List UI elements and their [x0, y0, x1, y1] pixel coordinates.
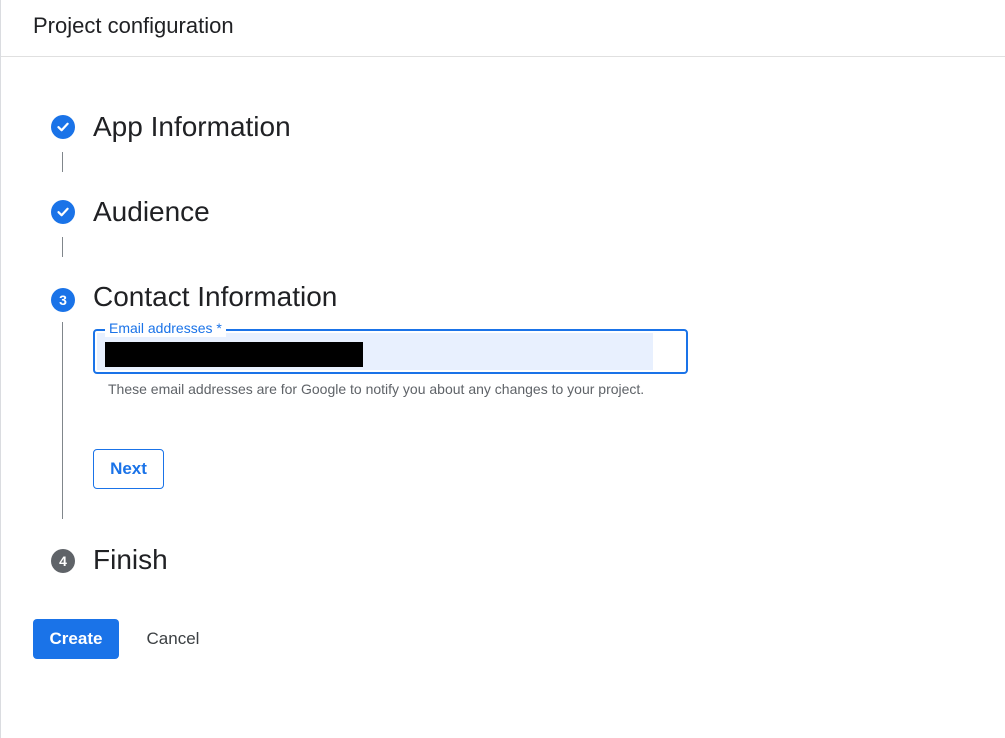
page-title: Project configuration: [33, 13, 234, 38]
email-addresses-label: Email addresses *: [105, 319, 226, 337]
step-connector: [62, 237, 63, 257]
email-addresses-field[interactable]: Email addresses *: [93, 319, 688, 374]
panel-header: Project configuration: [1, 0, 1005, 57]
step-2-title[interactable]: Audience: [93, 195, 210, 229]
step-connector: [62, 152, 63, 172]
step-connector: [62, 322, 63, 519]
cancel-button[interactable]: Cancel: [131, 619, 215, 659]
step-1-title[interactable]: App Information: [93, 110, 291, 144]
step-4-title: Finish: [93, 544, 168, 575]
email-addresses-input[interactable]: [105, 342, 363, 367]
next-button[interactable]: Next: [93, 449, 164, 489]
step-4-number-badge: 4: [51, 549, 75, 573]
step-3-title[interactable]: Contact Information: [93, 280, 337, 314]
step-3-number-badge: 3: [51, 288, 75, 312]
project-configuration-panel: Project configuration App Information Au…: [0, 0, 1005, 738]
email-hint-text: These email addresses are for Google to …: [108, 381, 645, 397]
step-2-check-icon: [51, 200, 75, 224]
step-1-check-icon: [51, 115, 75, 139]
create-button[interactable]: Create: [33, 619, 119, 659]
